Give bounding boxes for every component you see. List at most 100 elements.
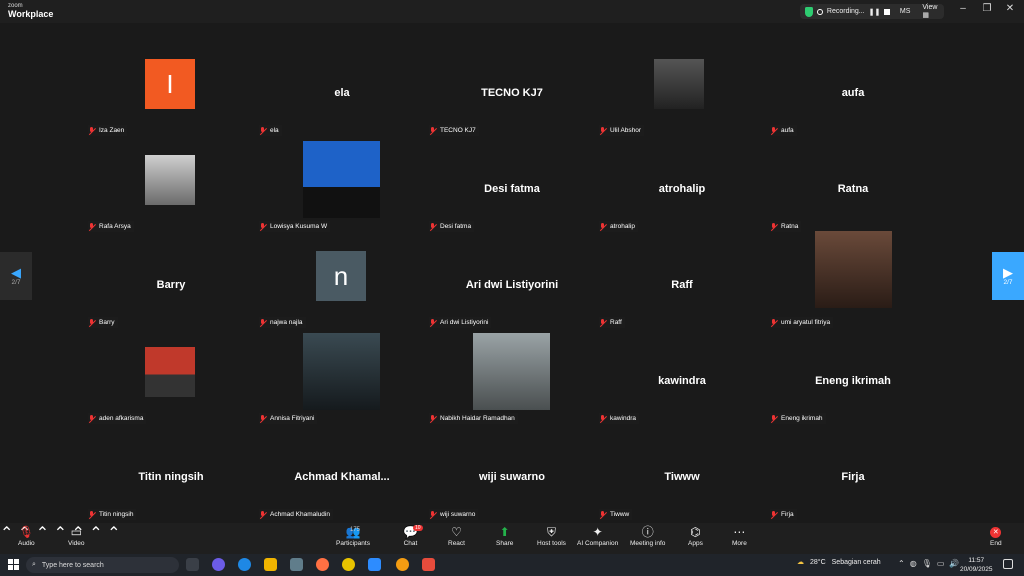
firefox-icon[interactable] — [316, 558, 329, 571]
page-indicator-right: 2/7 — [1003, 279, 1013, 286]
participant-tile[interactable]: Annisa Fitriyani — [257, 333, 427, 433]
windows-start-icon[interactable] — [8, 559, 19, 570]
mic-muted-icon — [599, 318, 607, 327]
apps-options-chevron-icon[interactable]: ⌃ — [107, 525, 120, 542]
host-tools-button[interactable]: ⛨ Host tools — [537, 525, 566, 547]
participant-name: TECNO KJ7 — [440, 127, 476, 134]
system-tray[interactable]: ⌃ ◍ 🎙 ▭ 🔊 — [898, 559, 959, 568]
previous-page-button[interactable]: ◀ 2/7 — [0, 252, 32, 300]
video-label: Video — [68, 540, 85, 547]
participant-tile[interactable]: Raff Raff — [597, 241, 767, 337]
participant-nameplate: Ulil Abshor — [599, 125, 645, 136]
meeting-info-button[interactable]: ⓘ Meeting info — [630, 525, 665, 547]
participant-nameplate: Rafa Arsya — [88, 221, 134, 232]
participant-tile[interactable]: Nabikh Haidar Ramadhan — [427, 333, 597, 433]
volume-icon[interactable]: 🔊 — [949, 559, 959, 568]
participant-tile[interactable]: Barry Barry — [86, 241, 256, 337]
clock[interactable]: 11:57 20/09/2025 — [960, 556, 993, 574]
recording-status[interactable]: Recording... ❚❚ MS View ▦ — [800, 4, 944, 19]
search-placeholder: Type here to search — [41, 561, 104, 569]
page-indicator-left: 2/7 — [11, 279, 21, 286]
zoom-taskbar-icon[interactable] — [368, 558, 381, 571]
mic-muted-icon — [429, 414, 437, 423]
close-icon[interactable]: ✕ — [1002, 3, 1018, 14]
participant-nameplate: umi aryatul fitriya — [770, 317, 834, 328]
windows-taskbar: ⌕ Type here to search ☁ 28°C Sebagian ce… — [0, 554, 1024, 576]
weather-widget[interactable]: ☁ 28°C Sebagian cerah — [797, 558, 881, 567]
pause-recording-icon[interactable]: ❚❚ — [869, 8, 881, 16]
participant-name: najwa najla — [270, 319, 303, 326]
participant-tile[interactable]: Titin ningsih Titin ningsih — [86, 433, 256, 529]
more-label: More — [732, 540, 747, 547]
react-button[interactable]: ♡ React — [448, 525, 465, 547]
participant-tile[interactable]: Firja Firja — [768, 433, 938, 529]
brand-bottom: Workplace — [8, 9, 54, 19]
participants-button[interactable]: 👥 175 Participants — [336, 525, 370, 547]
file-explorer-icon[interactable] — [264, 558, 277, 571]
restore-icon[interactable]: ❐ — [979, 3, 995, 14]
chat-button[interactable]: 💬 10 Chat — [403, 525, 423, 547]
video-camera-icon: ▭ — [70, 525, 82, 539]
more-button[interactable]: ⋯ More — [732, 525, 747, 547]
participant-tile[interactable]: kawindra kawindra — [597, 337, 767, 433]
participant-tile[interactable]: umi aryatul fitriya — [768, 231, 938, 337]
view-button[interactable]: View ▦ — [922, 4, 944, 19]
participant-name: ela — [270, 127, 279, 134]
participant-tile[interactable]: Eneng ikrimah Eneng ikrimah — [768, 337, 938, 433]
edge-icon[interactable] — [238, 558, 251, 571]
participant-tile[interactable]: I Iza Zaen — [86, 49, 256, 145]
participant-tile[interactable]: Ratna Ratna — [768, 145, 938, 241]
participant-nameplate: Titin ningsih — [88, 509, 137, 520]
participant-tile[interactable]: aden afkarisma — [86, 337, 256, 433]
microphone-icon[interactable]: 🎙 — [922, 559, 932, 568]
taskbar-search-box[interactable]: ⌕ Type here to search — [26, 557, 179, 573]
participant-name: umi aryatul fitriya — [781, 319, 831, 326]
participant-tile[interactable]: Achmad Khamal... Achmad Khamaludin — [257, 433, 427, 529]
notification-icon[interactable] — [1003, 559, 1013, 569]
store-icon[interactable] — [290, 558, 303, 571]
mic-muted-icon — [88, 318, 96, 327]
network-icon[interactable]: ◍ — [910, 559, 917, 568]
shield-icon — [805, 6, 814, 17]
audio-button[interactable]: 🎙 Audio — [18, 525, 35, 547]
stop-recording-icon[interactable] — [884, 8, 890, 15]
audio-options-chevron-icon[interactable]: ⌃ — [0, 525, 13, 542]
participant-tile[interactable]: Lowisya Kusuma W — [257, 141, 427, 241]
participant-nameplate: atrohalip — [599, 221, 638, 232]
task-view-icon[interactable] — [186, 558, 199, 571]
participant-tile[interactable]: Rafa Arsya — [86, 145, 256, 241]
mic-muted-icon — [599, 414, 607, 423]
participant-tile[interactable]: wiji suwarno wiji suwarno — [427, 433, 597, 529]
display-icon[interactable]: ▭ — [937, 559, 945, 568]
office-icon[interactable] — [422, 558, 435, 571]
participant-tile[interactable]: aufa aufa — [768, 49, 938, 145]
user-initials[interactable]: MS — [900, 8, 911, 15]
participant-tile[interactable]: atrohalip atrohalip — [597, 145, 767, 241]
participant-tile[interactable]: Ulil Abshor — [597, 49, 767, 145]
participants-options-chevron-icon[interactable]: ⌃ — [36, 525, 49, 542]
apps-button[interactable]: ⌬ Apps — [688, 525, 703, 547]
participant-tile[interactable]: n najwa najla — [257, 241, 427, 337]
next-page-button[interactable]: ▶ 2/7 — [992, 252, 1024, 300]
audio-label: Audio — [18, 540, 35, 547]
participant-tile[interactable]: Tiwww Tiwww — [597, 433, 767, 529]
ai-companion-button[interactable]: ✦ AI Companion — [577, 525, 618, 547]
participant-tile[interactable]: Desi fatma Desi fatma — [427, 145, 597, 241]
chat-options-chevron-icon[interactable]: ⌃ — [54, 525, 67, 542]
chrome-icon[interactable] — [342, 558, 355, 571]
heart-icon: ♡ — [451, 525, 462, 539]
video-button[interactable]: ▭ Video — [68, 525, 85, 547]
app-icon[interactable] — [396, 558, 409, 571]
participant-nameplate: Tiwww — [599, 509, 633, 520]
end-button[interactable]: ✕ End — [990, 525, 1002, 547]
participant-tile[interactable]: ela ela — [257, 49, 427, 145]
minimize-icon[interactable]: – — [955, 3, 971, 14]
copilot-icon[interactable] — [212, 558, 225, 571]
participant-tile[interactable]: Ari dwi Listiyorini Ari dwi Listiyorini — [427, 241, 597, 337]
share-options-chevron-icon[interactable]: ⌃ — [89, 525, 102, 542]
tray-chevron-icon[interactable]: ⌃ — [898, 559, 905, 568]
participant-name: Barry — [99, 319, 115, 326]
participant-tile[interactable]: TECNO KJ7 TECNO KJ7 — [427, 49, 597, 145]
participant-nameplate: Ratna — [770, 221, 802, 232]
share-button[interactable]: ⬆ Share — [496, 525, 513, 547]
